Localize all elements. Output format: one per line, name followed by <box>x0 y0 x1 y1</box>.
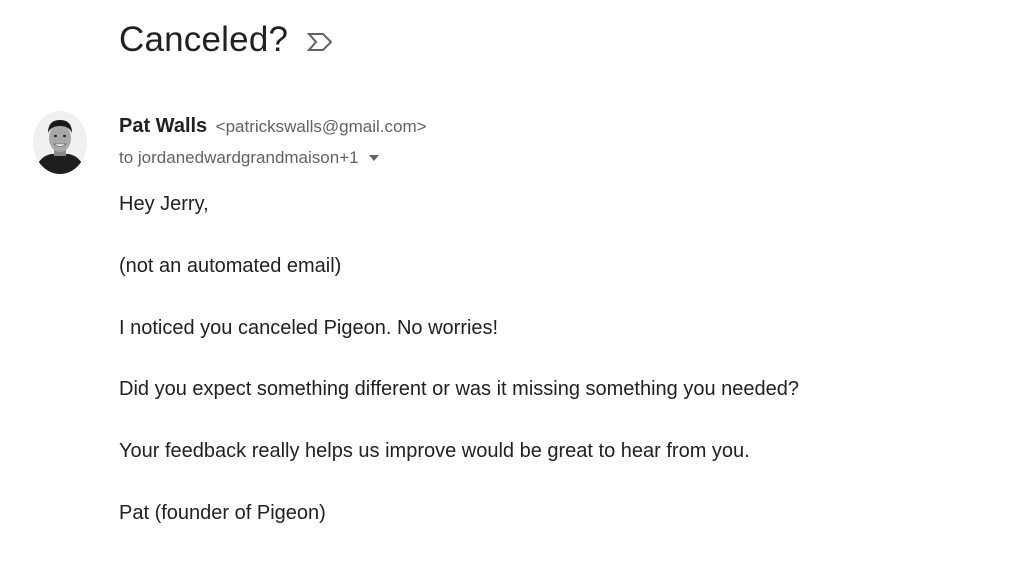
body-paragraph: Did you expect something different or wa… <box>119 378 800 400</box>
body-greeting: Hey Jerry, <box>119 193 209 215</box>
body-paragraph: I noticed you canceled Pigeon. No worrie… <box>119 317 499 339</box>
sender-line: Pat Walls <patrickswalls@gmail.com> <box>119 113 427 141</box>
sender-name[interactable]: Pat Walls <box>119 115 207 137</box>
email-view: Canceled? Pat Walls <patrickswalls@gmail… <box>0 0 1024 563</box>
subject-row: Canceled? <box>119 18 334 62</box>
recipient-line: to jordanedwardgrandmaison+1 <box>119 146 379 170</box>
show-details-dropdown-icon[interactable] <box>368 155 379 161</box>
body-signature: Pat (founder of Pigeon) <box>119 502 326 524</box>
email-subject: Canceled? <box>119 20 289 59</box>
sender-avatar[interactable] <box>33 111 87 174</box>
sender-email: <patrickswalls@gmail.com> <box>215 117 427 136</box>
body-paragraph: Your feedback really helps us improve wo… <box>119 440 750 462</box>
recipient-summary: to jordanedwardgrandmaison+1 <box>119 148 359 167</box>
important-marker-icon[interactable] <box>306 31 334 53</box>
body-paragraph: (not an automated email) <box>119 255 342 277</box>
